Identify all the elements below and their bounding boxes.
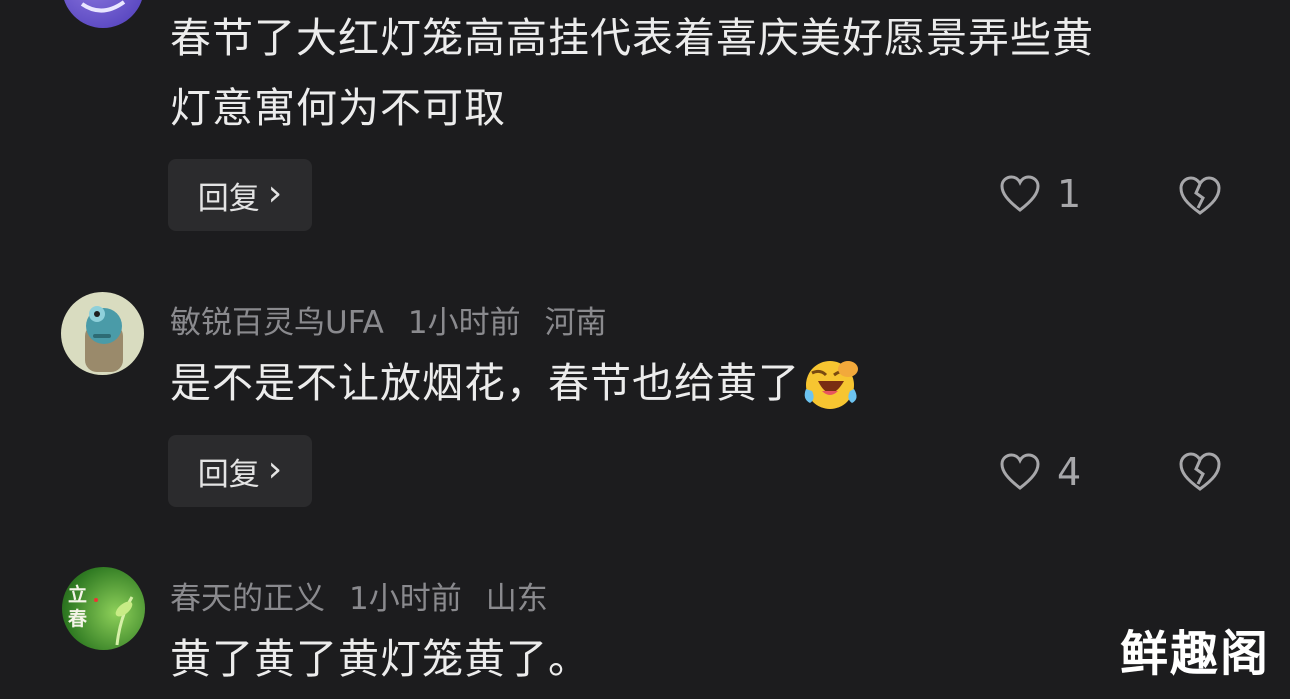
location: 山东 [485, 581, 548, 617]
reply-label: 回复 [197, 456, 260, 493]
chevron-right-icon: › [267, 448, 283, 490]
laughing-crying-emoji-icon [804, 361, 858, 409]
location: 河南 [544, 305, 607, 341]
dislike-button[interactable] [1178, 175, 1222, 221]
username[interactable]: 敏锐百灵鸟UFA [170, 305, 384, 341]
like-count: 1 [1057, 172, 1082, 216]
avatar[interactable]: 立春 [62, 567, 145, 650]
comment-line: 灯意寓何为不可取 [170, 84, 506, 132]
like-count: 4 [1057, 450, 1082, 494]
reply-button[interactable]: 回复 › [168, 435, 312, 507]
comment-text: 是不是不让放烟花，春节也给黄了 [170, 353, 860, 413]
avatar[interactable] [61, 292, 144, 375]
timestamp: 1小时前 [349, 581, 462, 617]
purple-avatar-icon [80, 0, 126, 13]
heart-icon [1000, 453, 1040, 490]
broken-heart-icon [1179, 176, 1221, 215]
comment-line: 春节了大红灯笼高高挂代表着喜庆美好愿景弄些黄 [170, 14, 1094, 62]
comment-meta: 敏锐百灵鸟UFA 1小时前 河南 [170, 297, 631, 342]
comment-meta: 春天的正义 1小时前 山东 [170, 573, 572, 618]
timestamp: 1小时前 [407, 305, 521, 341]
username[interactable]: 春天的正义 [170, 581, 325, 617]
avatar-caption: 立春 [68, 584, 88, 630]
comment-text: 黄了黄了黄灯笼黄了。 [170, 629, 590, 689]
comment-text: 春节了大红灯笼高高挂代表着喜庆美好愿景弄些黄 灯意寓何为不可取 [170, 8, 1094, 138]
dislike-button[interactable] [1178, 451, 1222, 497]
avatar[interactable] [62, 0, 144, 28]
like-button[interactable]: 1 [999, 172, 1081, 216]
cartoon-avatar-icon [85, 306, 123, 372]
reply-button[interactable]: 回复 › [168, 159, 312, 231]
heart-icon [1000, 175, 1040, 212]
like-button[interactable]: 4 [999, 450, 1081, 494]
comment-line: 黄了黄了黄灯笼黄了。 [170, 635, 590, 683]
broken-heart-icon [1179, 452, 1221, 491]
watermark: 鲜趣阁 [1120, 626, 1271, 682]
reply-label: 回复 [197, 180, 260, 217]
comment-line: 是不是不让放烟花，春节也给黄了 [170, 359, 800, 407]
chevron-right-icon: › [267, 172, 283, 214]
